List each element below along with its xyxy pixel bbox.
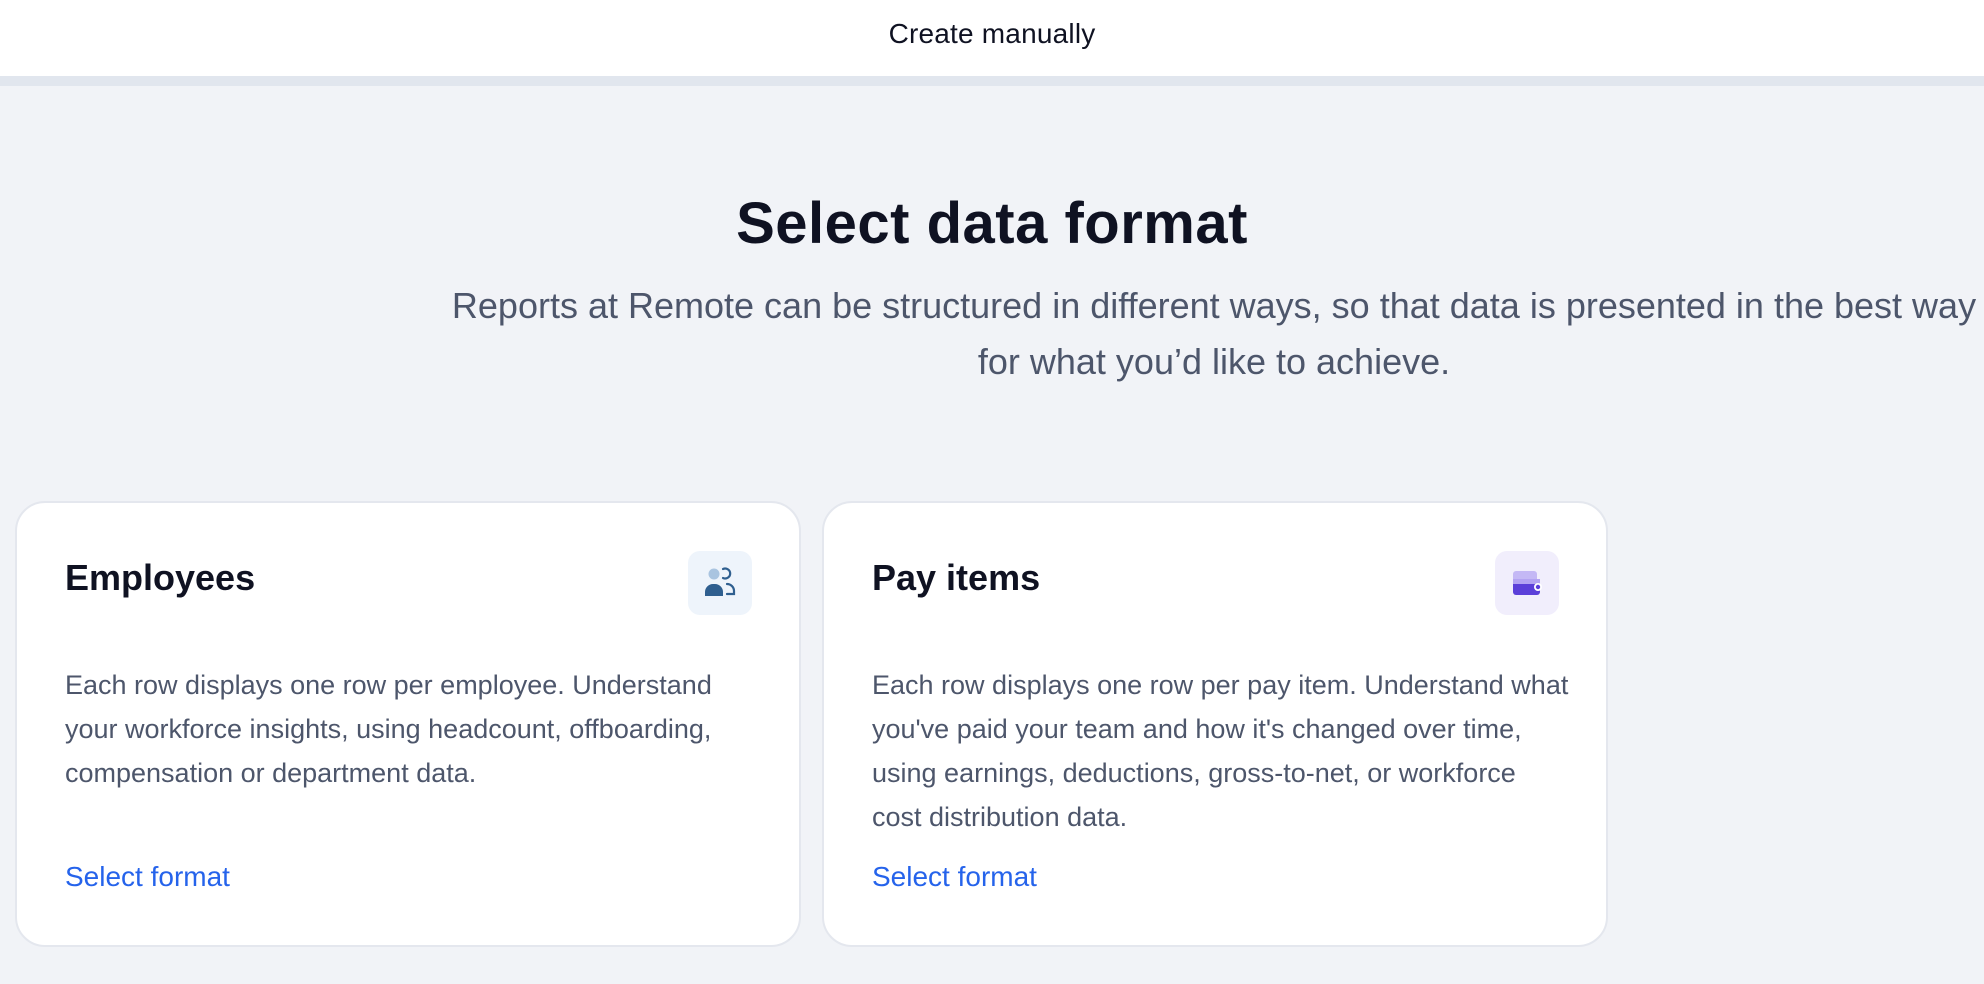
card-description-employees: Each row displays one row per employee. …	[65, 670, 712, 788]
card-description-pay-items: Each row displays one row per pay item. …	[872, 670, 1569, 832]
select-format-pay-items-link[interactable]: Select format	[872, 861, 1037, 893]
select-format-employees-link[interactable]: Select format	[65, 861, 230, 893]
card-title-pay-items: Pay items	[872, 557, 1041, 598]
employees-format-card[interactable]: Employees Each row displays one row per …	[15, 501, 801, 947]
header-title: Create manually	[888, 18, 1096, 49]
pay-items-format-card[interactable]: Pay items Each row displays one row per …	[822, 501, 1608, 947]
card-title-employees: Employees	[65, 557, 256, 598]
top-bar: Create manually	[0, 0, 1984, 86]
wallet-icon	[1495, 551, 1559, 615]
people-icon	[688, 551, 752, 615]
page-title: Select data format	[736, 191, 1248, 256]
page-subtitle: Reports at Remote can be structured in d…	[451, 285, 1977, 382]
